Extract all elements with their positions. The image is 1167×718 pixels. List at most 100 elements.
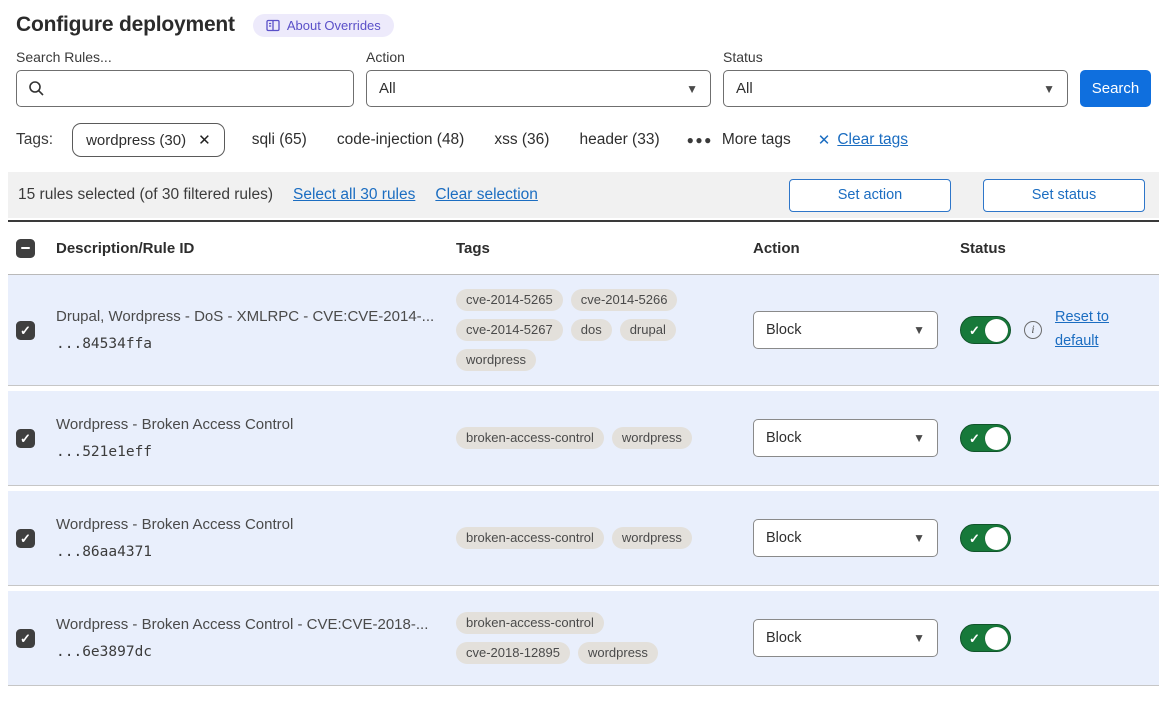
selected-tag-chip[interactable]: wordpress (30) ✕ (72, 123, 225, 157)
status-filter-value: All (736, 80, 753, 97)
search-button[interactable]: Search (1080, 70, 1151, 107)
action-select[interactable]: Block ▼ (753, 419, 938, 457)
rule-tag: wordpress (578, 642, 658, 664)
tag-filter[interactable]: code-injection (48) (337, 131, 465, 149)
toggle-check-icon: ✓ (969, 431, 980, 447)
status-toggle[interactable]: ✓ (960, 624, 1011, 652)
set-action-button[interactable]: Set action (789, 179, 951, 212)
toggle-knob (985, 627, 1008, 650)
table-body: ✓ Drupal, Wordpress - DoS - XMLRPC - CVE… (8, 275, 1159, 686)
clear-tags-label[interactable]: Clear tags (837, 131, 908, 149)
search-field-wrap (16, 70, 354, 107)
rule-tag: wordpress (456, 349, 536, 371)
rule-id: ...521e1eff (56, 444, 440, 460)
select-all-link[interactable]: Select all 30 rules (293, 186, 415, 204)
row-checkbox[interactable]: ✓ (16, 629, 35, 648)
table-header-row: Description/Rule ID Tags Action Status (8, 222, 1159, 275)
rule-tag: broken-access-control (456, 527, 604, 549)
book-icon (266, 19, 280, 32)
row-checkbox[interactable]: ✓ (16, 529, 35, 548)
info-icon[interactable]: i (1024, 321, 1042, 339)
ellipsis-icon: ●●● (687, 133, 713, 147)
about-overrides-label: About Overrides (287, 18, 381, 33)
action-select[interactable]: Block ▼ (753, 311, 938, 349)
rule-tags: broken-access-controlwordpress (456, 527, 708, 549)
more-tags-button[interactable]: ●●● More tags (687, 131, 791, 149)
clear-tags-x-icon: ✕ (818, 131, 831, 149)
check-icon: ✓ (20, 432, 31, 445)
action-filter-value: All (379, 80, 396, 97)
rule-tag: drupal (620, 319, 676, 341)
selected-tag-label: wordpress (30) (86, 132, 186, 149)
rule-description: Wordpress - Broken Access Control (56, 516, 440, 533)
table-row: ✓ Wordpress - Broken Access Control - CV… (8, 591, 1159, 686)
action-value: Block (766, 322, 801, 338)
selection-summary: 15 rules selected (of 30 filtered rules) (18, 186, 273, 204)
rule-id: ...6e3897dc (56, 644, 440, 660)
search-rules-label: Search Rules... (16, 49, 354, 65)
rule-tag: wordpress (612, 427, 692, 449)
chevron-down-icon: ▼ (913, 631, 925, 645)
action-value: Block (766, 630, 801, 646)
table-row: ✓ Drupal, Wordpress - DoS - XMLRPC - CVE… (8, 275, 1159, 386)
page-title: Configure deployment (16, 13, 235, 37)
tag-filter[interactable]: sqli (65) (252, 131, 307, 149)
col-tags: Tags (456, 240, 753, 257)
rule-tag: dos (571, 319, 612, 341)
row-checkbox[interactable]: ✓ (16, 429, 35, 448)
check-icon: ✓ (20, 632, 31, 645)
rule-tag: cve-2014-5267 (456, 319, 563, 341)
rule-id: ...86aa4371 (56, 544, 440, 560)
status-toggle[interactable]: ✓ (960, 424, 1011, 452)
chevron-down-icon: ▼ (913, 431, 925, 445)
col-description: Description/Rule ID (56, 240, 456, 257)
rule-tags: broken-access-control cve-2018-12895 wordp… (456, 612, 708, 664)
col-action: Action (753, 240, 960, 257)
col-status: Status (960, 240, 1159, 257)
status-toggle[interactable]: ✓ (960, 524, 1011, 552)
status-filter-select[interactable]: All ▼ (723, 70, 1068, 107)
chevron-down-icon: ▼ (1043, 82, 1055, 96)
tag-filter-list: sqli (65) code-injection (48) xss (36) head… (252, 131, 660, 149)
search-rules-input[interactable] (17, 71, 353, 106)
tags-label: Tags: (16, 131, 53, 149)
rule-tags: cve-2014-5265cve-2014-5266cve-2014-5267d… (456, 289, 708, 371)
toggle-knob (985, 427, 1008, 450)
indeterminate-icon (21, 247, 30, 249)
toggle-check-icon: ✓ (969, 323, 980, 339)
remove-tag-icon[interactable]: ✕ (198, 131, 211, 149)
select-all-checkbox[interactable] (16, 239, 35, 258)
action-filter-label: Action (366, 49, 711, 65)
tags-bar: Tags: wordpress (30) ✕ sqli (65) code-inj… (0, 107, 1167, 170)
chevron-down-icon: ▼ (913, 323, 925, 337)
set-status-button[interactable]: Set status (983, 179, 1145, 212)
check-icon: ✓ (20, 532, 31, 545)
action-select[interactable]: Block ▼ (753, 519, 938, 557)
reset-to-default-link[interactable]: Reset to default (1055, 306, 1121, 354)
tag-filter[interactable]: xss (36) (494, 131, 549, 149)
rule-tags: broken-access-control wordpress (456, 427, 708, 449)
rule-tag: broken-access-control (456, 612, 604, 634)
about-overrides-badge[interactable]: About Overrides (253, 14, 394, 37)
action-value: Block (766, 430, 801, 446)
rule-tag: broken-access-control (456, 427, 604, 449)
clear-selection-link[interactable]: Clear selection (435, 186, 538, 204)
tag-filter[interactable]: header (33) (579, 131, 659, 149)
toggle-knob (985, 319, 1008, 342)
search-icon (28, 80, 45, 97)
action-value: Block (766, 530, 801, 546)
clear-tags-button[interactable]: ✕ Clear tags (818, 131, 908, 149)
toggle-knob (985, 527, 1008, 550)
check-icon: ✓ (20, 324, 31, 337)
status-filter-label: Status (723, 49, 1068, 65)
filter-bar: Search Rules... Action All ▼ Status All … (0, 41, 1167, 107)
status-toggle[interactable]: ✓ (960, 316, 1011, 344)
rule-tag: cve-2014-5265 (456, 289, 563, 311)
rule-tag: cve-2018-12895 (456, 642, 570, 664)
row-checkbox[interactable]: ✓ (16, 321, 35, 340)
action-select[interactable]: Block ▼ (753, 619, 938, 657)
more-tags-label: More tags (722, 131, 791, 149)
action-filter-select[interactable]: All ▼ (366, 70, 711, 107)
rule-description: Wordpress - Broken Access Control (56, 416, 440, 433)
table-row: ✓ Wordpress - Broken Access Control ...5… (8, 391, 1159, 486)
